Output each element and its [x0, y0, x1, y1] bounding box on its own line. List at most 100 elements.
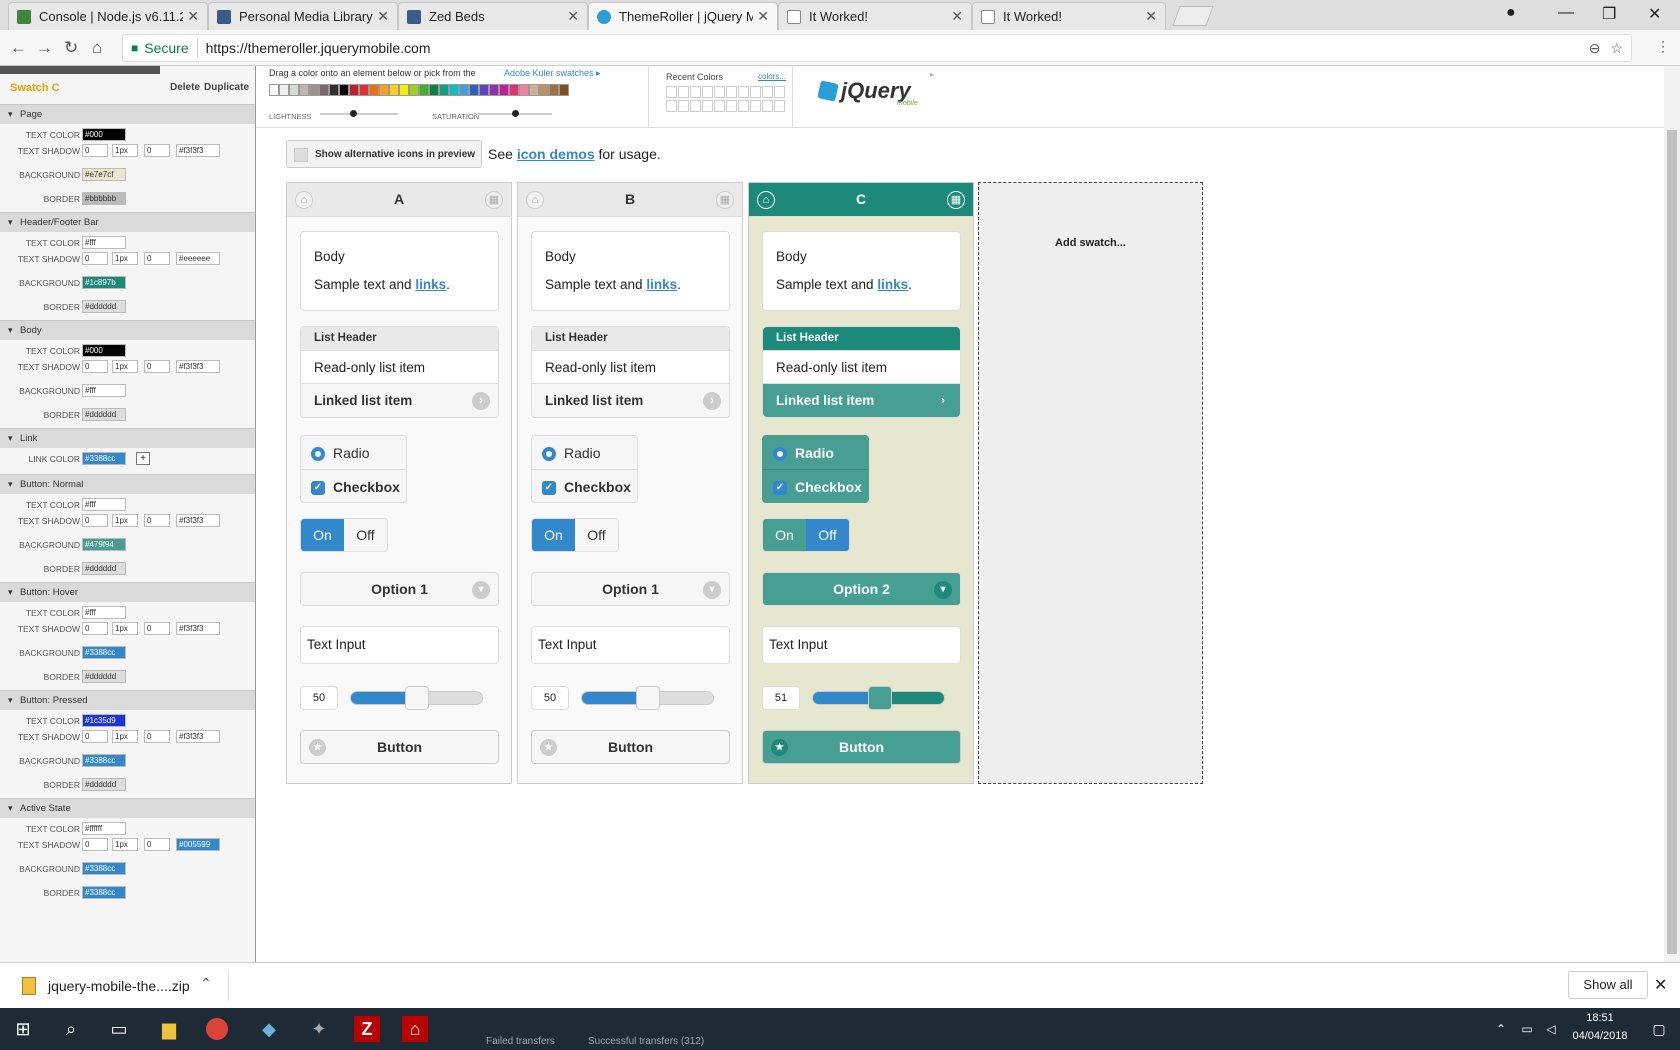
palette-color[interactable] [369, 84, 379, 96]
color-input[interactable]: #f3f3f3 [176, 144, 220, 157]
color-input[interactable]: 0 [82, 838, 108, 851]
maximize-icon[interactable]: ❐ [1602, 4, 1616, 24]
color-input[interactable]: #dddddd [82, 300, 126, 313]
color-input[interactable]: 0 [82, 252, 108, 265]
close-tab-icon[interactable]: ✕ [377, 8, 389, 25]
palette-color[interactable] [499, 84, 509, 96]
toggle-off[interactable]: Off [806, 519, 849, 551]
color-input[interactable]: 0 [144, 838, 170, 851]
recent-color-slot[interactable] [678, 99, 689, 112]
grid-icon[interactable]: ▦ [947, 191, 965, 209]
notifications-icon[interactable]: ▢ [1646, 1016, 1672, 1042]
color-input[interactable]: #3388cc [82, 452, 126, 465]
recent-color-slot[interactable] [726, 99, 737, 112]
lightness-slider[interactable] [320, 110, 398, 117]
recent-color-slot[interactable] [726, 86, 737, 98]
sample-link[interactable]: links [646, 277, 677, 292]
select-menu[interactable]: Option 1 ▾ [300, 572, 499, 606]
recent-color-slot[interactable] [702, 99, 713, 112]
colors-link[interactable]: colors... [758, 72, 786, 81]
color-input[interactable]: 1px [112, 360, 138, 373]
color-input[interactable]: #dddddd [82, 670, 126, 683]
slider-handle[interactable] [635, 686, 660, 710]
chevron-up-icon[interactable]: ⌃ [200, 975, 212, 992]
sample-link[interactable]: links [415, 277, 446, 292]
color-input[interactable]: #479f94 [82, 538, 126, 551]
recent-color-slot[interactable] [774, 99, 785, 112]
close-window-icon[interactable]: ✕ [1648, 4, 1661, 24]
close-download-bar-icon[interactable]: ✕ [1654, 975, 1667, 995]
recent-color-slot[interactable] [762, 86, 773, 98]
recent-color-slot[interactable] [666, 86, 677, 98]
color-input[interactable]: #3388cc [82, 862, 126, 875]
palette-color[interactable] [359, 84, 369, 96]
pdf-icon[interactable]: ⌂ [402, 1016, 428, 1042]
palette-color[interactable] [469, 84, 479, 96]
tab-it-worked-2[interactable]: It Worked! ✕ [972, 2, 1166, 30]
select-menu[interactable]: Option 2 ▾ [762, 572, 961, 606]
palette-color[interactable] [349, 84, 359, 96]
color-input[interactable]: #f3f3f3 [176, 360, 220, 373]
toggle-off[interactable]: Off [344, 519, 387, 551]
new-tab-button[interactable] [1172, 6, 1214, 26]
color-input[interactable]: 0 [144, 622, 170, 635]
palette-color[interactable] [319, 84, 329, 96]
sample-button[interactable]: ★ Button [300, 730, 499, 764]
color-input[interactable]: 0 [144, 730, 170, 743]
color-input[interactable]: 0 [82, 622, 108, 635]
tab-console[interactable]: Console | Node.js v6.11.2 ✕ [8, 2, 208, 30]
close-tab-icon[interactable]: ✕ [567, 8, 579, 25]
recent-color-slot[interactable] [750, 86, 761, 98]
tab-it-worked-1[interactable]: It Worked! ✕ [778, 2, 972, 30]
url-field[interactable]: ■ Secure https://themeroller.jquerymobil… [122, 34, 1632, 62]
palette-color[interactable] [429, 84, 439, 96]
color-input[interactable]: #3388cc [82, 646, 126, 659]
sample-button[interactable]: ★ Button [762, 730, 961, 764]
recent-color-slot[interactable] [690, 99, 701, 112]
recent-color-slot[interactable] [714, 86, 725, 98]
color-input[interactable]: #dddddd [82, 562, 126, 575]
color-input[interactable]: 0 [144, 360, 170, 373]
radio-option[interactable]: Radio [301, 436, 406, 470]
palette-color[interactable] [449, 84, 459, 96]
section-header[interactable]: Button: Pressed [0, 690, 255, 710]
back-icon[interactable]: ← [10, 38, 27, 58]
palette-color[interactable] [509, 84, 519, 96]
recent-color-slot[interactable] [690, 86, 701, 98]
toggle-on[interactable]: On [301, 519, 344, 551]
color-input[interactable]: 0 [144, 144, 170, 157]
color-input[interactable]: 1px [112, 252, 138, 265]
color-input[interactable]: #fff [82, 498, 126, 511]
sample-link[interactable]: links [877, 277, 908, 292]
palette-color[interactable] [479, 84, 489, 96]
search-icon[interactable]: ⌕ [58, 1016, 84, 1042]
palette-color[interactable] [289, 84, 299, 96]
profile-icon[interactable]: ● [1506, 4, 1516, 22]
collapse-icon[interactable]: ▸ [930, 70, 934, 79]
toggle-on[interactable]: On [532, 519, 575, 551]
recent-color-slot[interactable] [762, 99, 773, 112]
task-view-icon[interactable]: ▭ [106, 1016, 132, 1042]
radio-option[interactable]: Radio [763, 436, 868, 470]
color-input[interactable]: 0 [144, 252, 170, 265]
checkbox-option[interactable]: ✓ Checkbox [301, 470, 406, 504]
sample-button[interactable]: ★ Button [531, 730, 730, 764]
download-file-name[interactable]: jquery-mobile-the....zip [48, 978, 190, 994]
recent-color-slot[interactable] [738, 86, 749, 98]
slider-value[interactable]: 50 [300, 686, 338, 710]
section-header[interactable]: Header/Footer Bar [0, 212, 255, 232]
color-input[interactable]: 1px [112, 622, 138, 635]
bookmark-star-icon[interactable]: ☆ [1610, 40, 1623, 57]
delete-swatch-link[interactable]: Delete [170, 82, 200, 93]
section-header[interactable]: Button: Hover [0, 582, 255, 602]
palette-color[interactable] [279, 84, 289, 96]
color-input[interactable]: #1c35d9 [82, 714, 126, 727]
filezilla-icon[interactable]: Z [354, 1016, 380, 1042]
recent-color-slot[interactable] [702, 86, 713, 98]
palette-color[interactable] [269, 84, 279, 96]
palette-color[interactable] [559, 84, 569, 96]
color-input[interactable]: 1px [112, 144, 138, 157]
recent-color-slot[interactable] [714, 99, 725, 112]
palette-color[interactable] [439, 84, 449, 96]
color-input[interactable]: #f3f3f3 [176, 622, 220, 635]
